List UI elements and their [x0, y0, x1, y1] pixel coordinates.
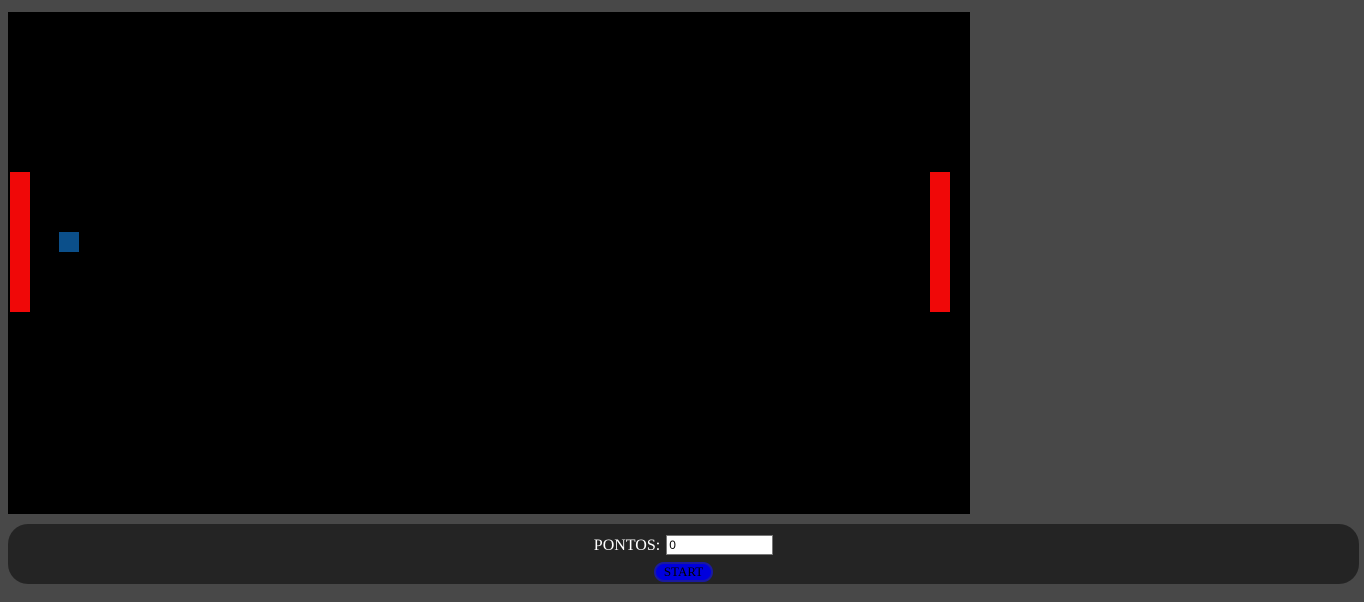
score-label: PONTOS:: [593, 536, 661, 554]
right-paddle: [930, 172, 950, 312]
left-paddle: [10, 172, 30, 312]
ball: [59, 232, 79, 252]
game-canvas[interactable]: [8, 12, 970, 514]
start-button[interactable]: START: [654, 562, 713, 582]
score-input[interactable]: [666, 535, 774, 556]
score-row: PONTOS:: [8, 534, 1359, 556]
control-panel: PONTOS: START: [8, 524, 1359, 584]
